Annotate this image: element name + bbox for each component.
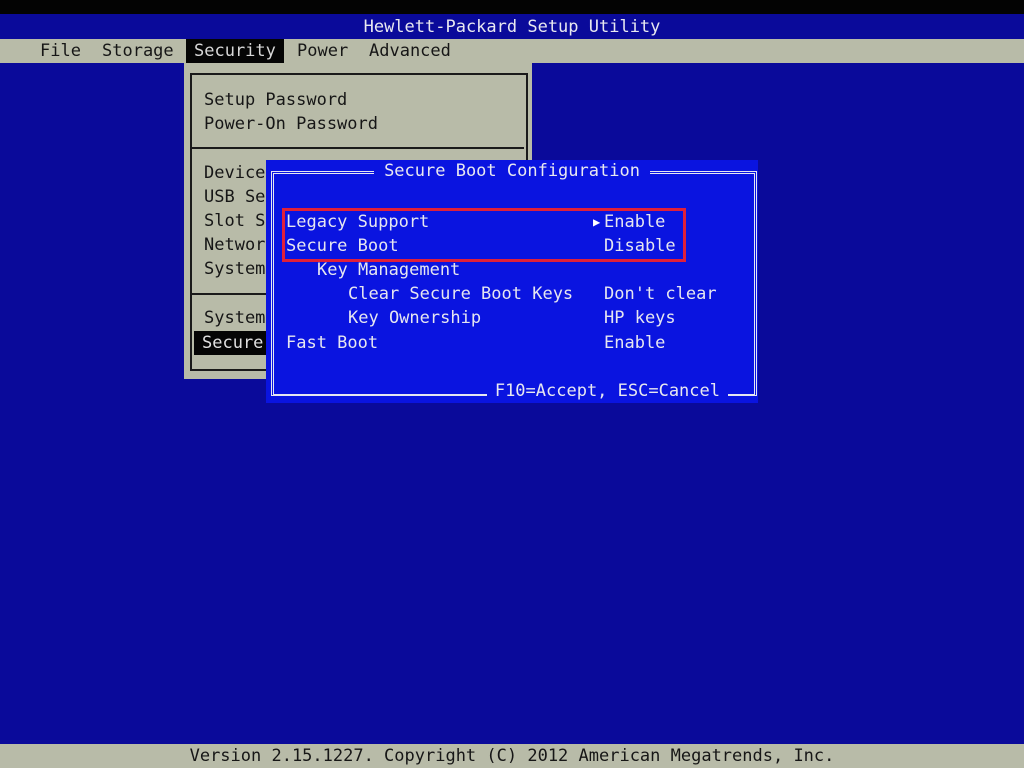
menu-security[interactable]: Security bbox=[186, 39, 284, 63]
option-secure-boot[interactable]: Secure Boot bbox=[286, 234, 399, 258]
menu-usb-security[interactable]: USB Se bbox=[196, 185, 273, 209]
secure-boot-dialog: Secure Boot Configuration Legacy Support… bbox=[266, 160, 758, 403]
dialog-title-wrap: Secure Boot Configuration bbox=[266, 161, 758, 181]
menu-device-security[interactable]: Device bbox=[196, 161, 273, 185]
option-legacy-support[interactable]: Legacy Support bbox=[286, 210, 429, 234]
menu-separator bbox=[192, 147, 524, 149]
value-fast-boot[interactable]: Enable bbox=[604, 331, 665, 355]
dialog-footer-hint: F10=Accept, ESC=Cancel bbox=[486, 381, 728, 401]
app-title: Hewlett-Packard Setup Utility bbox=[0, 14, 1024, 39]
menu-system-ids[interactable]: System bbox=[196, 257, 273, 281]
value-legacy-support[interactable]: Enable bbox=[604, 210, 665, 234]
option-clear-secure-boot-keys[interactable]: Clear Secure Boot Keys bbox=[348, 282, 573, 306]
menu-storage[interactable]: Storage bbox=[96, 39, 180, 63]
menu-bar: File Storage Security Power Advanced bbox=[0, 39, 1024, 63]
value-key-ownership[interactable]: HP keys bbox=[604, 306, 676, 330]
option-key-ownership[interactable]: Key Ownership bbox=[348, 306, 481, 330]
status-bar: Version 2.15.1227. Copyright (C) 2012 Am… bbox=[0, 744, 1024, 768]
menu-slot-security[interactable]: Slot S bbox=[196, 209, 273, 233]
option-fast-boot[interactable]: Fast Boot bbox=[286, 331, 378, 355]
dialog-title: Secure Boot Configuration bbox=[374, 161, 650, 181]
screen-top-border bbox=[0, 0, 1024, 14]
menu-advanced[interactable]: Advanced bbox=[363, 39, 457, 63]
menu-setup-password[interactable]: Setup Password bbox=[196, 88, 355, 112]
value-secure-boot[interactable]: Disable bbox=[604, 234, 676, 258]
menu-network-boot[interactable]: Networ bbox=[196, 233, 273, 257]
menu-power-on-password[interactable]: Power-On Password bbox=[196, 112, 386, 136]
menu-power[interactable]: Power bbox=[291, 39, 354, 63]
menu-system-security[interactable]: System bbox=[196, 306, 273, 330]
option-key-management: Key Management bbox=[317, 260, 461, 280]
pointer-icon: ▶ bbox=[593, 215, 601, 229]
menu-file[interactable]: File bbox=[34, 39, 87, 63]
value-clear-secure-boot-keys[interactable]: Don't clear bbox=[604, 282, 717, 306]
